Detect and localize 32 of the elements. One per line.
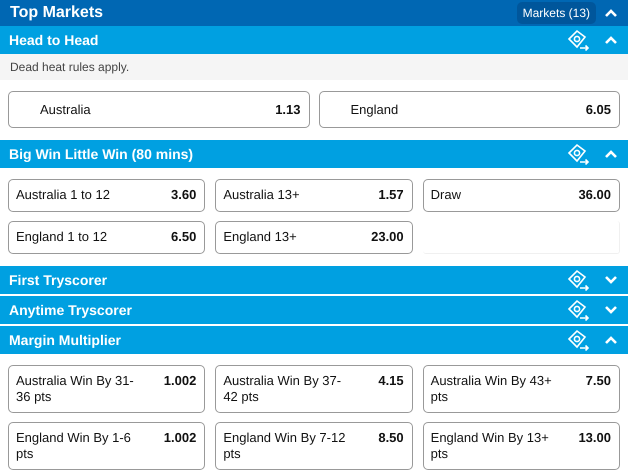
market-title: Margin Multiplier [9,332,122,348]
odds-button[interactable]: Australia Win By 37-42 pts 4.15 [215,365,413,413]
page-title: Top Markets [10,4,104,22]
odds-button[interactable]: Australia Win By 31-36 pts 1.002 [8,365,206,413]
odds-button[interactable]: England Win By 1-6 pts 1.002 [8,422,206,470]
odds-button[interactable]: Australia 1.13 [8,91,310,128]
expand-icon[interactable] [604,275,618,285]
market-title: First Tryscorer [9,272,108,288]
collapse-icon[interactable] [604,335,618,345]
expand-icon[interactable] [604,305,618,315]
odds-button[interactable]: Australia 1 to 12 3.60 [8,179,206,212]
ticket-icon[interactable] [566,29,592,51]
odds-button[interactable]: England 6.05 [318,91,620,128]
odds-button[interactable]: Draw 36.00 [422,179,620,212]
odds-button[interactable]: England 13+ 23.00 [215,221,413,254]
market-title: Big Win Little Win (80 mins) [9,146,194,162]
odds-button[interactable]: England Win By 13+ pts 13.00 [422,422,620,470]
ticket-icon[interactable] [566,143,592,165]
market-title: Anytime Tryscorer [9,302,133,318]
ticket-icon[interactable] [566,299,592,321]
collapse-icon[interactable] [604,149,618,159]
odds-button[interactable]: England Win By 7-12 pts 8.50 [215,422,413,470]
ticket-icon[interactable] [566,329,592,351]
rules-note: Dead heat rules apply. [0,54,628,80]
odds-button[interactable]: England 1 to 12 6.50 [8,221,206,254]
odds-button[interactable]: Australia Win By 43+ pts 7.50 [422,365,620,413]
collapse-icon[interactable] [604,8,618,18]
ticket-icon[interactable] [566,269,592,291]
odds-button[interactable]: Australia 13+ 1.57 [215,179,413,212]
markets-button[interactable]: Markets (13) [516,2,596,24]
market-title: Head to Head [9,32,100,48]
collapse-icon[interactable] [604,35,618,45]
